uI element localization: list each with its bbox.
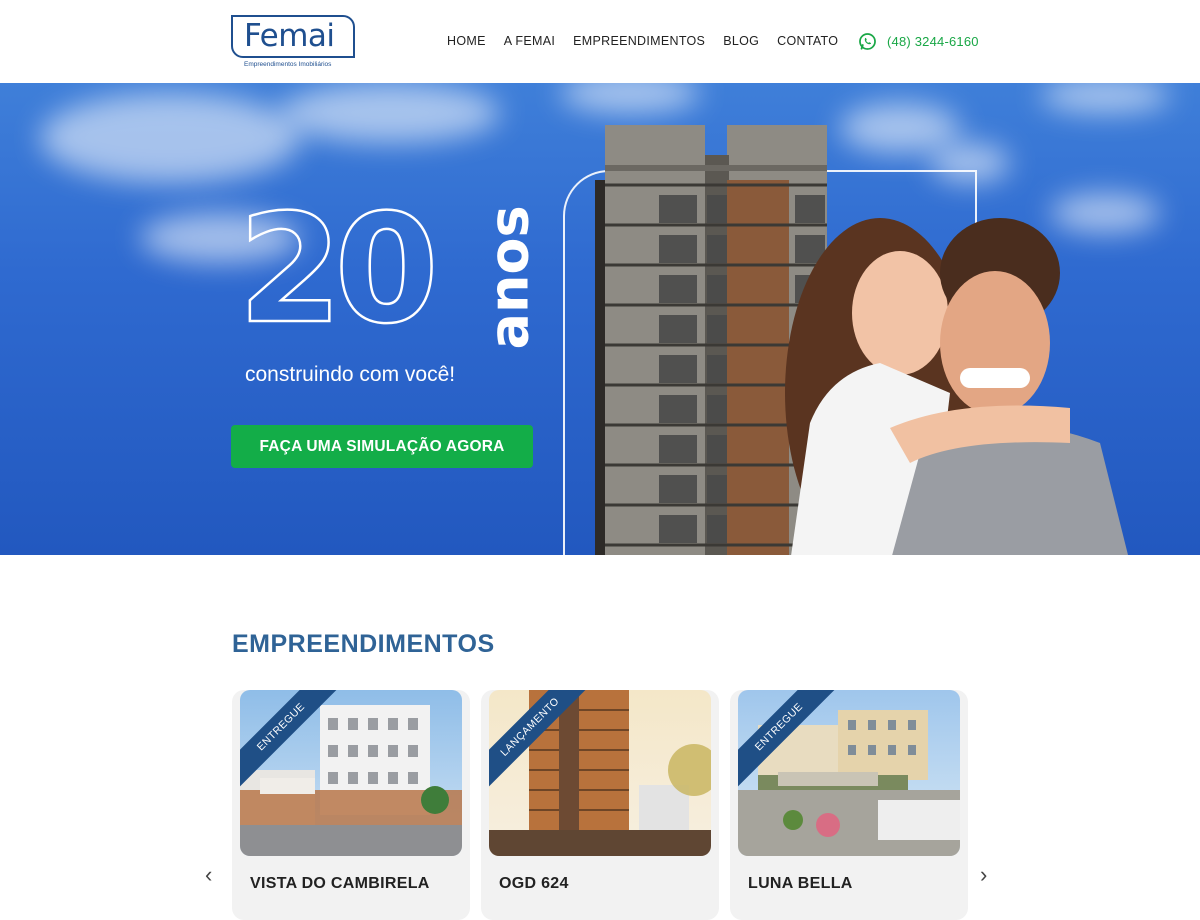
property-card-vista-do-cambirela[interactable]: ENTREGUE VISTA DO CAMBIRELA — [232, 690, 470, 920]
carousel-prev-arrow[interactable]: ‹ — [205, 862, 212, 888]
anos-label: anos — [477, 205, 541, 350]
femai-logo[interactable]: Femai Empreendimentos Imobiliários — [231, 15, 356, 71]
twenty-years-number: 20 — [237, 183, 440, 357]
nav-contato[interactable]: CONTATO — [777, 34, 838, 48]
main-nav: HOME A FEMAI EMPREENDIMENTOS BLOG CONTAT… — [447, 34, 856, 48]
property-image: ENTREGUE — [738, 690, 960, 856]
property-card-luna-bella[interactable]: ENTREGUE LUNA BELLA — [730, 690, 968, 920]
nav-home[interactable]: HOME — [447, 34, 486, 48]
property-card-ogd-624[interactable]: LANÇAMENTO OGD 624 — [481, 690, 719, 920]
site-header: Femai Empreendimentos Imobiliários HOME … — [0, 0, 1200, 83]
carousel-next-arrow[interactable]: › — [980, 862, 987, 888]
logo-tagline: Empreendimentos Imobiliários — [244, 61, 332, 68]
nav-empreendimentos[interactable]: EMPREENDIMENTOS — [573, 34, 705, 48]
hero-tagline: construindo com você! — [245, 363, 456, 386]
property-image: LANÇAMENTO — [489, 690, 711, 856]
logo-wordmark: Femai — [244, 18, 335, 54]
phone-number: (48) 3244-6160 — [887, 34, 979, 49]
hero-banner: 20 anos construindo com você! FAÇA UMA S… — [0, 83, 1200, 555]
property-image: ENTREGUE — [240, 690, 462, 856]
property-title: VISTA DO CAMBIRELA — [250, 875, 430, 892]
property-title: LUNA BELLA — [748, 875, 853, 892]
couple-photo — [785, 218, 1128, 555]
whatsapp-icon — [859, 33, 876, 50]
nav-blog[interactable]: BLOG — [723, 34, 759, 48]
nav-a-femai[interactable]: A FEMAI — [504, 34, 555, 48]
property-title: OGD 624 — [499, 875, 569, 892]
whatsapp-phone-link[interactable]: (48) 3244-6160 — [858, 32, 979, 51]
simulation-cta-button[interactable]: FAÇA UMA SIMULAÇÃO AGORA — [231, 425, 533, 468]
section-title: EMPREENDIMENTOS — [232, 630, 495, 658]
